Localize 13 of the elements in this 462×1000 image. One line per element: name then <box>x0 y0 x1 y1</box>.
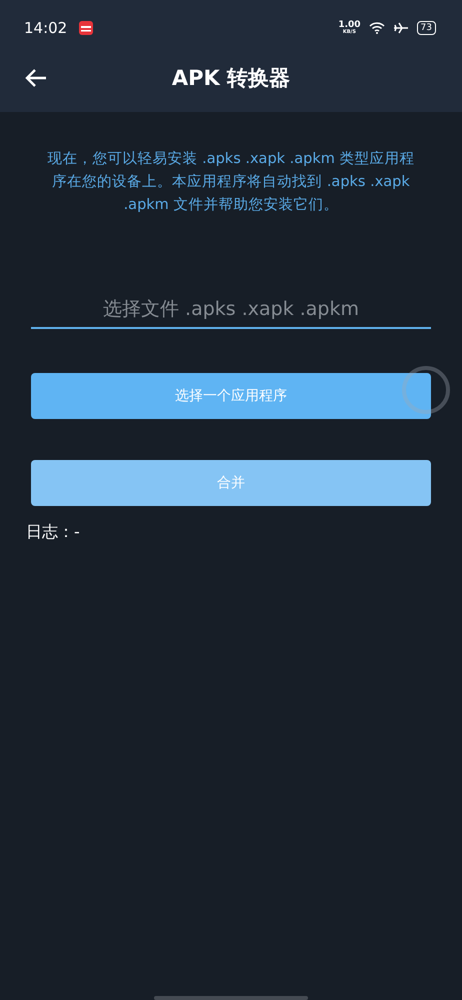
wifi-icon <box>368 22 385 34</box>
battery-level: 73 <box>416 21 436 35</box>
net-speed: 1.00 <box>338 21 361 30</box>
file-field[interactable]: 选择文件 .apks .xapk .apkm <box>31 291 431 329</box>
back-arrow-icon[interactable] <box>25 68 47 88</box>
floating-ball-icon[interactable] <box>402 366 450 414</box>
app-notification-icon <box>79 21 94 35</box>
action-button[interactable]: 选择一个应用程序 <box>31 373 431 419</box>
app-title: APK 转换器 <box>172 65 290 92</box>
description-text: 现在，您可以轻易安装 .apks .xapk .apkm 类型应用程序在您的设备上。本应用程序将自动找到 .apks .xapk .apkm 文件并帮助您安装它们。 <box>46 150 416 215</box>
airplane-icon <box>392 22 409 34</box>
log-text: 日志：- <box>26 522 81 543</box>
status-time: 14:02 <box>24 19 68 37</box>
